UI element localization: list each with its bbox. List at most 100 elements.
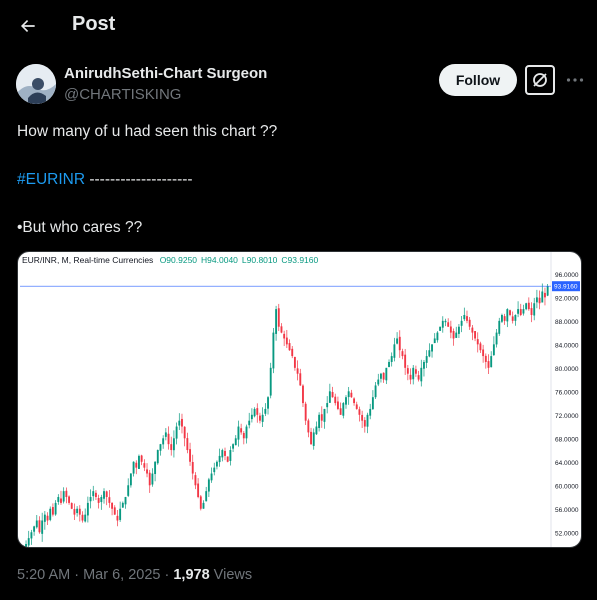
candle-body — [371, 397, 374, 410]
candle-body — [414, 369, 417, 374]
candle-body — [447, 322, 450, 327]
candle-body — [377, 379, 380, 385]
candle-body — [471, 327, 474, 333]
candle-body — [197, 483, 200, 498]
candle-body — [417, 375, 420, 380]
candle-body — [449, 326, 452, 333]
candle-body — [105, 491, 108, 498]
candle-body — [33, 526, 36, 532]
candle-body — [369, 408, 372, 416]
candle-body — [181, 418, 183, 427]
candle-body — [420, 367, 423, 382]
candle-body — [390, 356, 393, 362]
y-tick-label: 56.0000 — [555, 507, 579, 514]
candle-body — [291, 348, 294, 357]
candle-body — [530, 308, 533, 315]
candle-body — [498, 320, 501, 334]
candle-body — [43, 514, 46, 522]
post-dashes: -------------------- — [85, 171, 193, 188]
candle-body — [250, 414, 253, 420]
candle-body — [234, 438, 237, 446]
candle-body — [363, 420, 366, 427]
candle-body — [509, 310, 511, 315]
candle-body — [296, 368, 299, 374]
candle-body — [538, 297, 541, 304]
candle-body — [140, 455, 143, 462]
candle-body — [468, 319, 471, 327]
candle-body — [164, 432, 167, 437]
candle-body — [253, 408, 256, 417]
candle-body — [30, 532, 33, 539]
candle-body — [215, 461, 218, 467]
candle-body — [256, 408, 259, 415]
candle-body — [380, 373, 382, 379]
candlestick-chart: 96.0000 92.0000 88.0000 84.0000 80.0000 76.00… — [20, 252, 580, 547]
candle-body — [361, 414, 364, 421]
post-image-chart[interactable]: EUR/INR, M, Real-time Currencies O90.925… — [17, 251, 582, 548]
candle-body — [172, 438, 175, 451]
candle-body — [393, 344, 396, 358]
post-timestamp[interactable]: 5:20 AM · Mar 6, 2025 · — [17, 567, 173, 583]
candle-body — [457, 326, 460, 334]
y-tick-label: 68.0000 — [555, 436, 579, 443]
y-tick-label: 88.0000 — [555, 319, 579, 326]
candle-body — [320, 414, 323, 421]
candle-body — [111, 503, 114, 509]
author-handle[interactable]: @CHARTISKING — [64, 86, 181, 103]
candle-body — [541, 291, 544, 303]
post-text-line-3: •But who cares ?? — [17, 219, 143, 236]
follow-button[interactable]: Follow — [439, 64, 517, 96]
candle-body — [355, 404, 358, 409]
candle-body — [350, 392, 353, 398]
last-price-label: 93.9160 — [554, 284, 578, 291]
candle-body — [328, 391, 331, 403]
candle-body — [269, 367, 272, 396]
candle-body — [347, 391, 350, 398]
candle-body — [97, 498, 100, 503]
candle-body — [81, 514, 84, 521]
candle-body — [154, 461, 157, 475]
author-name[interactable]: AnirudhSethi-Chart Surgeon — [64, 65, 267, 82]
hashtag-link[interactable]: #EURINR — [17, 171, 85, 188]
more-options-icon[interactable] — [563, 66, 587, 94]
candle-body — [259, 415, 261, 421]
candle-body — [35, 520, 38, 528]
candle-body — [490, 356, 493, 368]
candle-body — [264, 408, 267, 414]
back-arrow-icon[interactable] — [14, 12, 42, 40]
candle-body — [487, 361, 490, 368]
candle-body — [170, 444, 173, 451]
candle-body — [428, 350, 431, 357]
candle-body — [194, 475, 197, 486]
candle-body — [304, 403, 307, 421]
candle-body — [60, 498, 62, 503]
candle-body — [159, 444, 162, 451]
candle-body — [299, 373, 302, 386]
page-title: Post — [72, 13, 116, 35]
candle-body — [310, 431, 312, 445]
candle-body — [423, 361, 425, 369]
candle-body — [116, 515, 119, 521]
candle-body — [535, 297, 538, 303]
y-tick-label: 64.0000 — [555, 460, 579, 467]
candle-body — [119, 508, 122, 520]
candle-body — [285, 337, 288, 345]
candle-body — [546, 286, 549, 296]
candle-body — [406, 368, 409, 374]
candle-body — [283, 333, 286, 339]
candle-body — [76, 508, 79, 514]
candle-body — [323, 408, 326, 422]
candle-body — [108, 497, 111, 503]
candle-body — [62, 491, 65, 502]
avatar[interactable] — [16, 64, 56, 104]
y-tick-label: 76.0000 — [555, 389, 579, 396]
candle-body — [433, 338, 436, 344]
candle-body — [474, 331, 476, 339]
candle-body — [272, 332, 275, 369]
candle-body — [25, 544, 27, 547]
post-text-line-2: #EURINR -------------------- — [17, 171, 193, 189]
grok-icon[interactable] — [525, 65, 555, 95]
candle-body — [70, 503, 73, 509]
candle-body — [533, 303, 536, 316]
candle-body — [444, 320, 447, 323]
